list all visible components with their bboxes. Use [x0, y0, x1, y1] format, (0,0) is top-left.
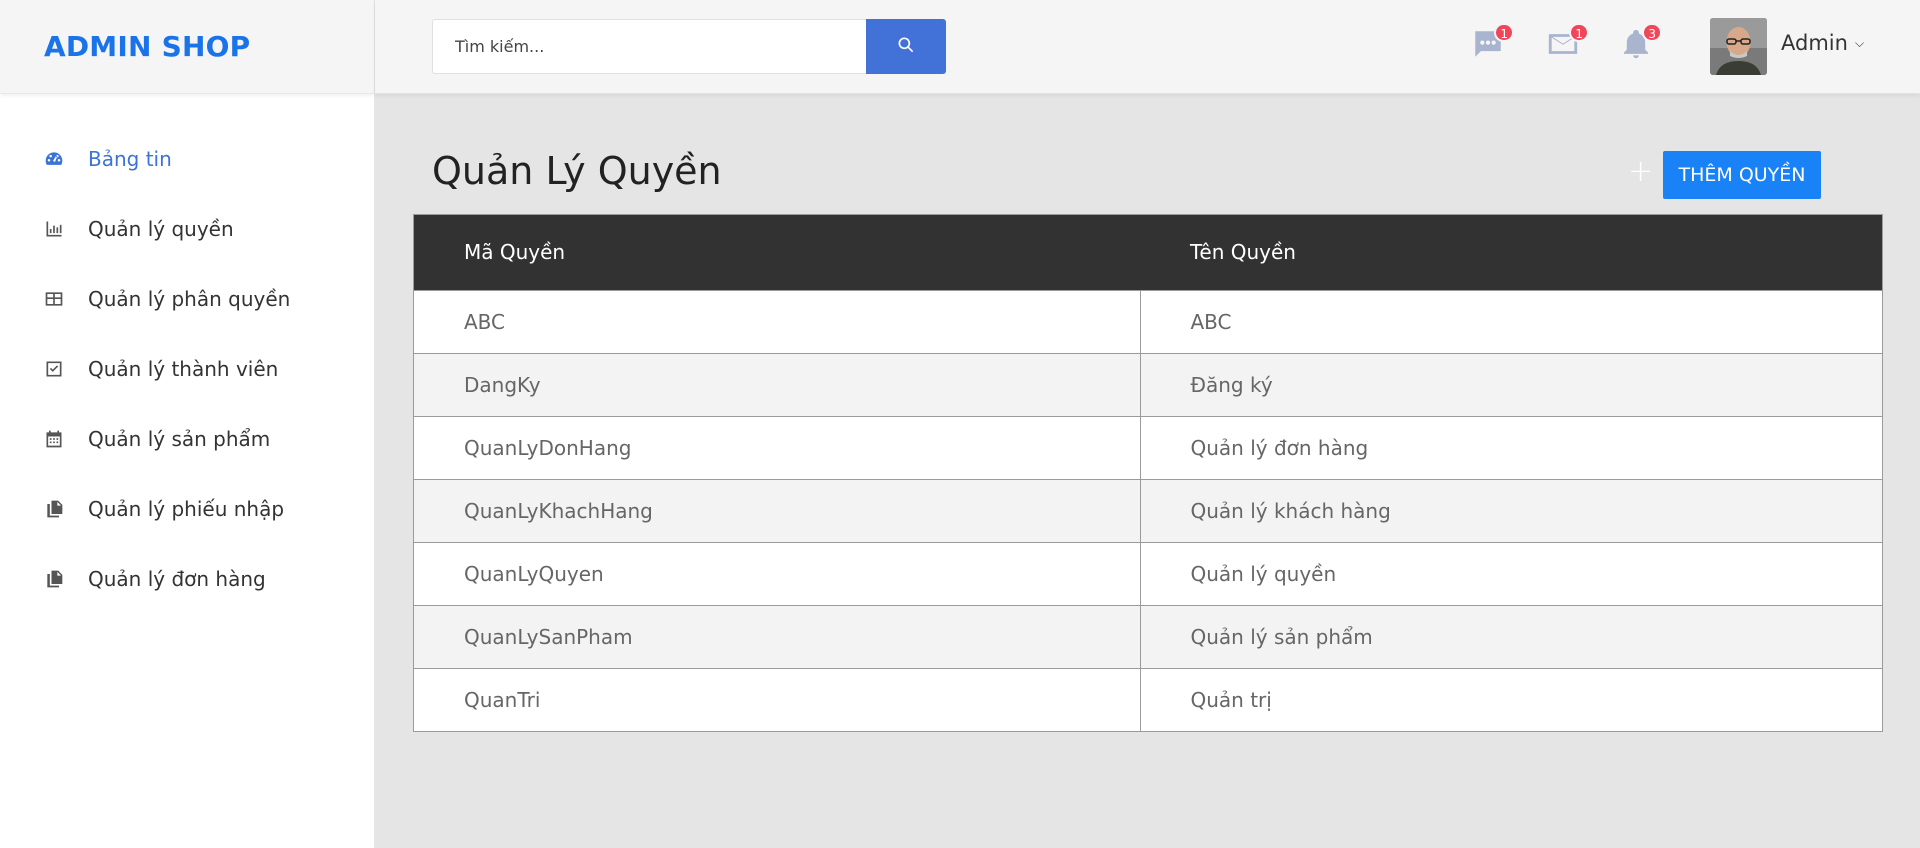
main-content: Quản Lý Quyền + THÊM QUYỀN Mã Quyền Tên … — [375, 94, 1920, 848]
cell-permission-code: ABC — [414, 289, 1140, 353]
sidebar-item-label: Quản lý phiếu nhập — [88, 497, 285, 521]
brand-logo[interactable]: ADMIN SHOP — [44, 30, 250, 63]
messages-button[interactable]: 1 — [1470, 23, 1514, 64]
mail-badge: 1 — [1569, 23, 1589, 42]
sidebar-item-label: Quản lý đơn hàng — [88, 567, 266, 591]
table-header-row: Mã Quyền Tên Quyền — [414, 215, 1882, 290]
sidebar-nav: Bảng tin Quản lý quyền Quản lý phân quyề… — [0, 94, 374, 614]
cell-permission-name: Quản lý khách hàng — [1139, 478, 1882, 542]
sidebar-item-members[interactable]: Quản lý thành viên — [0, 334, 374, 404]
sidebar-item-label: Bảng tin — [88, 147, 172, 171]
cell-permission-name: Quản lý đơn hàng — [1139, 415, 1882, 479]
table-icon — [43, 288, 65, 310]
cell-permission-name: ABC — [1139, 289, 1882, 353]
sidebar-item-import-receipts[interactable]: Quản lý phiếu nhập — [0, 474, 374, 544]
page-title: Quản Lý Quyền — [432, 149, 722, 193]
table-row[interactable]: QuanTri Quản trị — [414, 667, 1882, 731]
dashboard-icon — [43, 148, 65, 170]
top-bar: 1 1 3 Admin ⌵ — [375, 0, 1920, 94]
add-permission-button[interactable]: THÊM QUYỀN — [1663, 151, 1821, 199]
sidebar-item-label: Quản lý phân quyền — [88, 287, 291, 311]
cell-permission-code: QuanLyDonHang — [414, 415, 1140, 479]
table-row[interactable]: ABC ABC — [414, 289, 1882, 353]
table-row[interactable]: DangKy Đăng ký — [414, 352, 1882, 416]
messages-badge: 1 — [1494, 23, 1514, 42]
sidebar-item-label: Quản lý thành viên — [88, 357, 279, 381]
sidebar-item-orders[interactable]: Quản lý đơn hàng — [0, 544, 374, 614]
cell-permission-code: QuanLySanPham — [414, 604, 1140, 668]
cell-permission-name: Đăng ký — [1139, 352, 1882, 416]
checkbox-icon — [43, 358, 65, 380]
sidebar: ADMIN SHOP Bảng tin Quản lý quyền Quản l… — [0, 0, 375, 848]
sidebar-item-permissions[interactable]: Quản lý quyền — [0, 194, 374, 264]
bar-chart-icon — [43, 218, 65, 240]
cell-permission-code: QuanLyQuyen — [414, 541, 1140, 605]
cell-permission-code: DangKy — [414, 352, 1140, 416]
cell-permission-name: Quản trị — [1139, 667, 1882, 731]
sidebar-item-label: Quản lý quyền — [88, 217, 234, 241]
mail-button[interactable]: 1 — [1545, 23, 1589, 64]
sidebar-item-role-assignment[interactable]: Quản lý phân quyền — [0, 264, 374, 334]
cell-permission-code: QuanTri — [414, 667, 1140, 731]
sidebar-item-products[interactable]: Quản lý sản phẩm — [0, 404, 374, 474]
cell-permission-name: Quản lý quyền — [1139, 541, 1882, 605]
search-input[interactable] — [432, 19, 866, 74]
search-button[interactable] — [866, 19, 946, 74]
cell-permission-name: Quản lý sản phẩm — [1139, 604, 1882, 668]
user-avatar[interactable] — [1710, 18, 1767, 75]
notifications-button[interactable]: 3 — [1618, 23, 1662, 64]
chevron-down-icon: ⌵ — [1854, 35, 1865, 50]
copy-icon — [43, 568, 65, 590]
permissions-table: Mã Quyền Tên Quyền ABC ABC DangKy Đăng k… — [413, 214, 1883, 732]
column-header-name[interactable]: Tên Quyền — [1140, 215, 1882, 290]
sidebar-item-label: Quản lý sản phẩm — [88, 427, 271, 451]
table-row[interactable]: QuanLySanPham Quản lý sản phẩm — [414, 604, 1882, 668]
table-row[interactable]: QuanLyDonHang Quản lý đơn hàng — [414, 415, 1882, 479]
table-row[interactable]: QuanLyQuyen Quản lý quyền — [414, 541, 1882, 605]
cell-permission-code: QuanLyKhachHang — [414, 478, 1140, 542]
user-name: Admin — [1781, 31, 1848, 55]
search-icon — [896, 35, 916, 58]
table-row[interactable]: QuanLyKhachHang Quản lý khách hàng — [414, 478, 1882, 542]
plus-icon: + — [1628, 154, 1654, 189]
notifications-badge: 3 — [1642, 23, 1662, 42]
user-menu[interactable]: Admin ⌵ — [1781, 31, 1864, 55]
logo-container: ADMIN SHOP — [0, 0, 374, 94]
sidebar-item-dashboard[interactable]: Bảng tin — [0, 124, 374, 194]
calendar-icon — [43, 428, 65, 450]
column-header-code[interactable]: Mã Quyền — [414, 215, 1140, 290]
copy-icon — [43, 498, 65, 520]
